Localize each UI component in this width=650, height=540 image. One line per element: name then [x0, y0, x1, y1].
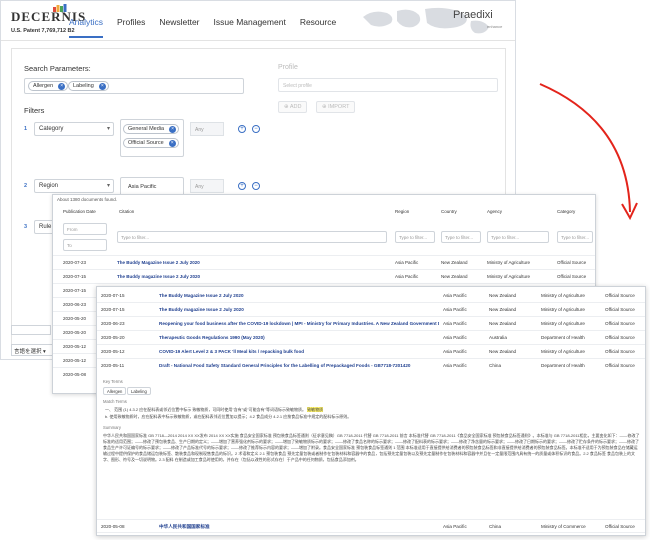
- filter-row-number: 1: [24, 126, 28, 132]
- col-region[interactable]: Region: [395, 209, 409, 214]
- region-filter[interactable]: Type to filter...: [395, 231, 435, 243]
- col-country[interactable]: Country: [441, 209, 457, 214]
- chevron-down-icon: ▾: [106, 126, 110, 132]
- citation-filter[interactable]: Type to filter...: [117, 231, 387, 243]
- chip-allergen: Allergen ×: [28, 81, 69, 91]
- import-button[interactable]: ⊕ IMPORT: [316, 101, 356, 113]
- remove-filter-icon[interactable]: −: [252, 125, 260, 133]
- praedixi-brand-sub: enhance: [487, 24, 503, 29]
- remove-chip-icon[interactable]: ×: [168, 140, 176, 147]
- add-filter-icon[interactable]: +: [238, 182, 246, 190]
- date-from-input[interactable]: From: [63, 223, 107, 235]
- tag-allergen[interactable]: Allergen: [103, 387, 127, 395]
- match-highlight: 致敏物质: [307, 407, 324, 412]
- results-summary: About 1380 documents found.: [57, 197, 118, 202]
- table-row[interactable]: 2020-06-23 Reopening your food business …: [97, 317, 645, 331]
- filter-any-input[interactable]: Any: [190, 179, 224, 193]
- country-filter[interactable]: Type to filter...: [441, 231, 481, 243]
- filter-field-select[interactable]: Region ▾: [34, 179, 114, 193]
- table-row[interactable]: 2020-07-23 The Buddy Magazine Issue 2 Ju…: [53, 255, 595, 268]
- table-row[interactable]: 2020-07-15 The Buddy magazine Issue 2 Ju…: [97, 303, 645, 317]
- logo-mark-icon: [53, 4, 67, 12]
- add-button[interactable]: ⊕ ADD: [278, 101, 308, 113]
- nav-profiles[interactable]: Profiles: [117, 17, 145, 38]
- chip-labeling: Labeling ×: [68, 81, 109, 91]
- table-row-expanded[interactable]: 2020-05-11 Draft - National Food Safety …: [97, 359, 645, 373]
- filters-label: Filters: [24, 106, 45, 115]
- key-terms-label: Key Terms: [103, 379, 123, 384]
- col-publication-date[interactable]: Publication Date: [63, 209, 96, 214]
- collapsed-panel[interactable]: [11, 325, 51, 335]
- praedixi-brand: Praedixi: [453, 9, 493, 21]
- search-parameters-label: Search Parameters:: [24, 64, 91, 73]
- chip-official-source: Official Source ×: [123, 138, 179, 148]
- col-category[interactable]: Category: [557, 209, 575, 214]
- date-to-input[interactable]: To: [63, 239, 107, 251]
- chip-asia-pacific: Asia Pacific: [123, 182, 162, 192]
- detail-window: 2020-07-15 The Buddy Magazine Issue 2 Ju…: [96, 286, 646, 536]
- filter-row-number: 2: [24, 183, 28, 189]
- table-row[interactable]: 2020-05-12 COVID-19 Alert Level 2 & 3 PA…: [97, 345, 645, 359]
- nav-newsletter[interactable]: Newsletter: [159, 17, 199, 38]
- nav-analytics[interactable]: Analytics: [69, 17, 104, 38]
- filter-row-number: 3: [24, 224, 28, 230]
- remove-filter-icon[interactable]: −: [252, 182, 260, 190]
- add-filter-icon[interactable]: +: [238, 125, 246, 133]
- filter-any-input[interactable]: Any: [190, 122, 224, 136]
- summary-label: Summary: [103, 425, 121, 430]
- profile-label: Profile: [278, 64, 298, 71]
- chip-general-media: General Media ×: [123, 124, 180, 134]
- col-citation[interactable]: Citation: [119, 209, 134, 214]
- remove-chip-icon[interactable]: ×: [58, 83, 66, 90]
- match-terms-label: Match Terms: [103, 399, 127, 404]
- main-nav: Analytics Profiles Newsletter Issue Mana…: [69, 17, 336, 38]
- nav-resource[interactable]: Resource: [300, 17, 336, 38]
- tag-labeling[interactable]: Labeling: [127, 387, 151, 395]
- match-line: 一、 范围 (1) 4.3.2 应在配料表或邻近位置中标示 致敏物质，可同时使用…: [105, 407, 324, 412]
- remove-chip-icon[interactable]: ×: [98, 83, 106, 90]
- category-filter[interactable]: Type to filter...: [557, 231, 593, 243]
- patent-text: U.S. Patent 7,769,712 B2: [11, 28, 75, 34]
- agency-filter[interactable]: Type to filter...: [487, 231, 549, 243]
- match-line: b. 使用致敏物质时，应在配料表中标示致敏物质，或在配料表邻近位置加以提示；4.…: [105, 414, 352, 419]
- nav-issue-management[interactable]: Issue Management: [214, 17, 286, 38]
- profile-select[interactable]: Select profile: [278, 78, 498, 92]
- col-agency[interactable]: Agency: [487, 209, 502, 214]
- remove-chip-icon[interactable]: ×: [169, 126, 177, 133]
- filter-field-select[interactable]: Category ▾: [34, 122, 114, 136]
- table-row[interactable]: 2020-05-08 中华人民共和国国家标准 Asia Pacific Chin…: [97, 519, 645, 533]
- table-row[interactable]: 2020-07-15 The Buddy Magazine Issue 2 Ju…: [97, 289, 645, 303]
- table-row[interactable]: 2020-07-15 The Buddy magazine Issue 2 Ju…: [53, 269, 595, 282]
- chevron-down-icon: ▾: [106, 183, 110, 189]
- summary-text: 中华人民共和国国家标准 GB 7718—2014 2014 XX XX发布 20…: [103, 433, 640, 462]
- table-row[interactable]: 2020-05-20 Therapeutic Goods Regulations…: [97, 331, 645, 345]
- top-navbar: DECERNIS U.S. Patent 7,769,712 B2 Analyt…: [1, 1, 515, 41]
